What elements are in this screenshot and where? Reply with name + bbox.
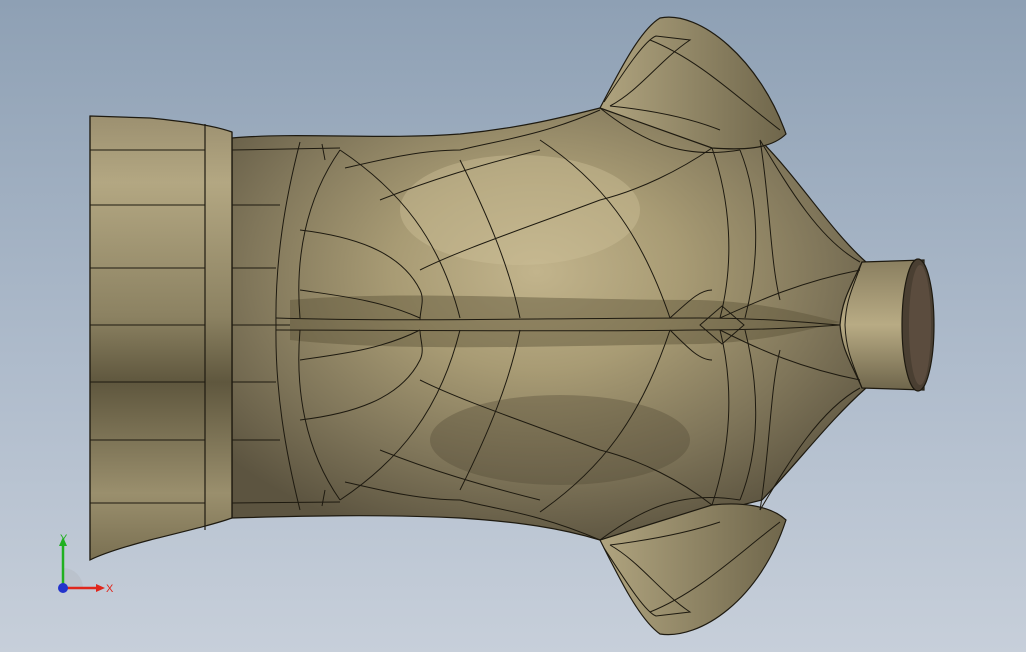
graphics-viewport[interactable]: Y X [0,0,1026,652]
neck-cylinder [839,258,935,392]
y-axis-label: Y [60,533,68,545]
z-axis-dot [58,583,68,593]
x-axis-arrow [96,584,105,592]
waist-cylinder [89,115,233,561]
x-axis-label: X [106,583,114,595]
axis-triad: Y X [58,533,114,595]
torso-body [231,107,867,541]
torso-mannequin-model[interactable] [0,0,1026,652]
